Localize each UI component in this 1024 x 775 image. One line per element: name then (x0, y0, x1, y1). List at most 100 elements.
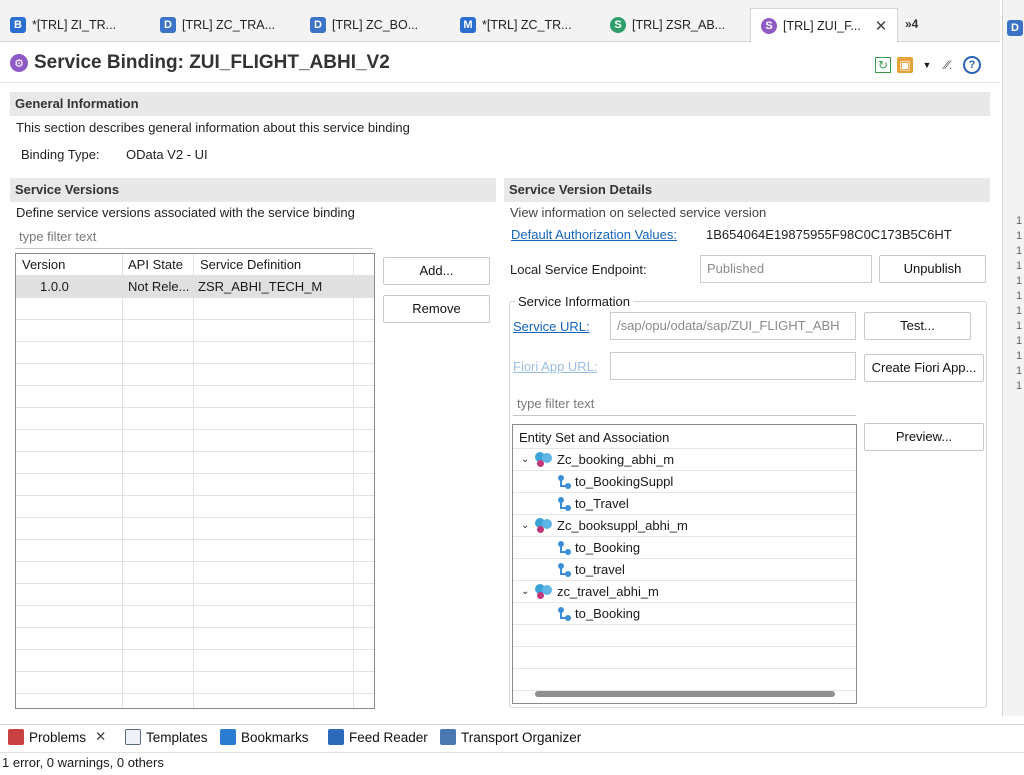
line-number: 1 (1016, 320, 1023, 332)
tree-item[interactable]: ⌄ Zc_booksuppl_abhi_m (513, 515, 856, 537)
column-header-service-definition[interactable]: Service Definition (200, 254, 350, 276)
chevron-down-icon[interactable]: ⌄ (521, 581, 531, 603)
versions-filter-input[interactable]: type filter text (15, 225, 373, 249)
line-number: 1 (1016, 290, 1023, 302)
table-row-empty (16, 320, 374, 342)
tree-item-label: Zc_booksuppl_abhi_m (557, 518, 688, 533)
service-definition-icon: S (610, 17, 626, 33)
tab-zc-travel-metadata[interactable]: M *[TRL] ZC_TR... (450, 8, 600, 42)
tab-zui-flight-binding[interactable]: S [TRL] ZUI_F... ✕ (750, 8, 898, 43)
line-number: 1 (1016, 230, 1023, 242)
remove-version-button[interactable]: Remove (383, 295, 490, 323)
tab-overflow-indicator[interactable]: »4 (905, 17, 918, 31)
dropdown-arrow-icon[interactable]: ▼ (919, 57, 935, 73)
general-information-heading: General Information (10, 92, 990, 116)
tab-label: Problems (29, 729, 87, 745)
tab-templates[interactable]: Templates (125, 729, 208, 745)
tab-label: Transport Organizer (461, 729, 582, 745)
unpublish-button[interactable]: Unpublish (879, 255, 986, 283)
open-with-icon[interactable]: ▣ (897, 57, 913, 73)
entity-set-icon (535, 518, 553, 534)
table-row-empty (16, 672, 374, 694)
add-version-button[interactable]: Add... (383, 257, 490, 285)
line-number: 1 (1016, 215, 1023, 227)
table-row-empty (16, 474, 374, 496)
tab-zi-travel[interactable]: B *[TRL] ZI_TR... (0, 8, 150, 42)
tree-item[interactable]: to_travel (513, 559, 856, 581)
tree-row-empty (513, 647, 856, 669)
default-authorization-link[interactable]: Default Authorization Values: (511, 227, 677, 242)
tab-label: [TRL] ZUI_F... (783, 19, 861, 33)
refresh-icon[interactable]: ↻ (875, 57, 891, 73)
tab-label: Templates (146, 729, 208, 745)
service-url-link[interactable]: Service URL: (513, 319, 590, 334)
column-header-version[interactable]: Version (22, 254, 122, 276)
association-icon (557, 540, 571, 556)
column-divider (193, 254, 194, 708)
tree-item-label: to_Travel (575, 496, 629, 511)
association-icon (557, 606, 571, 622)
editor-tab-bar: B *[TRL] ZI_TR... D [TRL] ZC_TRA... D [T… (0, 0, 1000, 43)
tab-zc-booking[interactable]: D [TRL] ZC_BO... (300, 8, 450, 42)
table-row-empty (16, 496, 374, 518)
tab-label: Bookmarks (241, 729, 309, 745)
tab-bookmarks[interactable]: Bookmarks (220, 729, 309, 745)
line-number: 1 (1016, 275, 1023, 287)
line-number: 1 (1016, 335, 1023, 347)
tree-item[interactable]: to_BookingSuppl (513, 471, 856, 493)
chevron-down-icon[interactable]: ⌄ (521, 449, 531, 471)
column-header-api-state[interactable]: API State (128, 254, 194, 276)
entity-set-icon (535, 452, 553, 468)
tab-problems[interactable]: Problems ✕ (8, 729, 106, 745)
shortcut-icon[interactable]: ⁄⁄. (941, 57, 957, 73)
problems-icon (8, 729, 24, 745)
create-fiori-app-button[interactable]: Create Fiori App... (864, 354, 984, 382)
preview-button[interactable]: Preview... (864, 423, 984, 451)
fiori-app-url-link: Fiori App URL: (513, 359, 598, 374)
tree-item[interactable]: to_Booking (513, 537, 856, 559)
tree-item-label: Zc_booking_abhi_m (557, 452, 675, 467)
tree-item[interactable]: ⌄ zc_travel_abhi_m (513, 581, 856, 603)
table-row-empty (16, 452, 374, 474)
column-divider (353, 254, 354, 708)
line-number: 1 (1016, 350, 1023, 362)
line-number: 1 (1016, 365, 1023, 377)
association-icon (557, 474, 571, 490)
tab-label: *[TRL] ZI_TR... (32, 18, 117, 32)
line-number: 1 (1016, 380, 1023, 392)
tab-zsr-service-definition[interactable]: S [TRL] ZSR_AB... (600, 8, 750, 42)
page-title: Service Binding: ZUI_FLIGHT_ABHI_V2 (34, 52, 390, 73)
table-row-empty (16, 628, 374, 650)
tab-feed-reader[interactable]: Feed Reader (328, 729, 428, 745)
table-row[interactable]: 1.0.0 Not Rele... ZSR_ABHI_TECH_M (16, 276, 374, 298)
table-row-empty (16, 650, 374, 672)
horizontal-scrollbar[interactable] (535, 691, 835, 697)
close-icon[interactable]: ✕ (875, 17, 888, 35)
tab-transport-organizer[interactable]: Transport Organizer (440, 729, 581, 745)
tab-label: [TRL] ZC_TRA... (182, 18, 276, 32)
tab-zc-travel[interactable]: D [TRL] ZC_TRA... (150, 8, 300, 42)
tree-item[interactable]: ⌄ Zc_booking_abhi_m (513, 449, 856, 471)
table-row-empty (16, 584, 374, 606)
tree-item-label: to_Booking (575, 606, 641, 621)
endpoint-status-field: Published (700, 255, 872, 283)
line-number: 1 (1016, 260, 1023, 272)
bottom-view-tabs: Problems ✕ Templates Bookmarks Feed Read… (0, 724, 1024, 752)
test-button[interactable]: Test... (864, 312, 971, 340)
entity-filter-input[interactable]: type filter text (513, 392, 856, 416)
tree-item-label: zc_travel_abhi_m (557, 584, 659, 599)
association-icon (557, 562, 571, 578)
tab-label: [TRL] ZC_BO... (332, 18, 419, 32)
service-url-field[interactable]: /sap/opu/odata/sap/ZUI_FLIGHT_ABH (610, 312, 856, 340)
feed-reader-icon (328, 729, 344, 745)
tree-header: Entity Set and Association (519, 430, 670, 445)
editor-toolbar: ↻ ▣ ▼ ⁄⁄. ? (875, 56, 981, 74)
table-row-empty (16, 298, 374, 320)
close-icon[interactable]: ✕ (95, 729, 106, 745)
tree-item[interactable]: to_Booking (513, 603, 856, 625)
chevron-down-icon[interactable]: ⌄ (521, 515, 531, 537)
tree-item[interactable]: to_Travel (513, 493, 856, 515)
help-icon[interactable]: ? (963, 56, 981, 74)
fiori-app-url-field[interactable] (610, 352, 856, 380)
data-definition-icon[interactable]: D (1007, 20, 1023, 36)
